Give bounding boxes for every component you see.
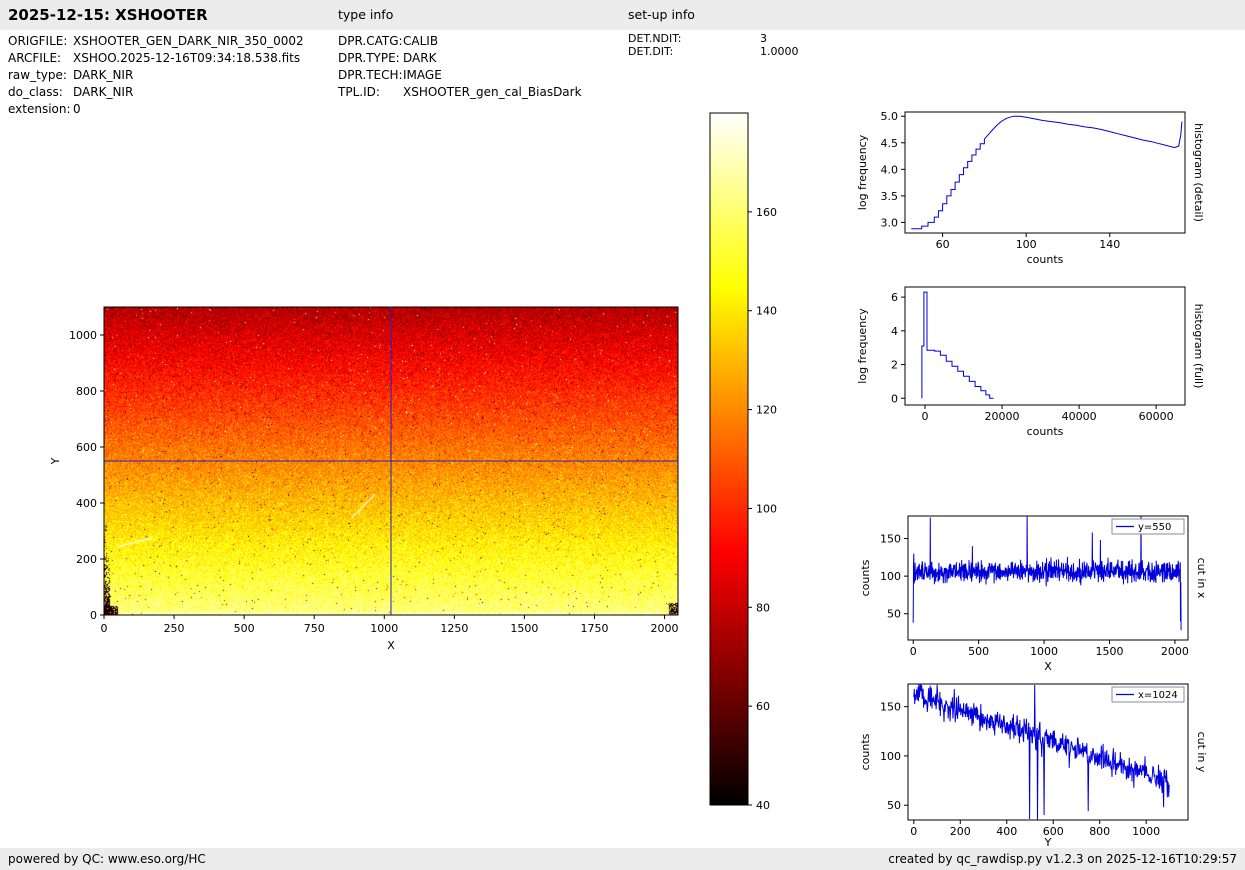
x-tick-label: 0 — [101, 622, 108, 635]
y-axis-label: log frequency — [856, 134, 869, 210]
histogram_full-frame — [905, 287, 1185, 405]
footer-left-text: powered by QC: www.eso.org/HC — [8, 852, 206, 866]
x-tick-label: 400 — [996, 825, 1017, 838]
x-tick-label: 140 — [1099, 238, 1120, 251]
y-tick-label: 4 — [891, 325, 898, 338]
right-label: cut in x — [1195, 558, 1208, 599]
x-tick-label: 200 — [950, 825, 971, 838]
x-tick-label: 750 — [304, 622, 325, 635]
x-tick-label: 2000 — [1161, 645, 1189, 658]
y-tick-label: 1000 — [69, 329, 97, 342]
histogram_detail-frame — [905, 112, 1185, 233]
y-tick-label: 150 — [880, 533, 901, 546]
y-axis-label: counts — [859, 733, 872, 770]
colorbar-tick-label: 60 — [756, 700, 770, 713]
legend-label: x=1024 — [1138, 690, 1178, 701]
y-axis-label: Y — [49, 457, 62, 465]
colorbar-tick-label: 160 — [756, 206, 777, 219]
y-axis-label: log frequency — [856, 308, 869, 384]
x-tick-label: 1750 — [580, 622, 608, 635]
x-tick-label: 1500 — [510, 622, 538, 635]
x-axis-label: counts — [1027, 253, 1064, 266]
footer-right-text: created by qc_rawdisp.py v1.2.3 on 2025-… — [888, 852, 1237, 866]
footer-bar: powered by QC: www.eso.org/HC created by… — [0, 848, 1245, 870]
y-tick-label: 3.5 — [881, 190, 899, 203]
colorbar-frame — [710, 113, 748, 805]
y-tick-label: 50 — [887, 608, 901, 621]
y-tick-label: 600 — [76, 441, 97, 454]
y-tick-label: 0 — [891, 392, 898, 405]
x-tick-label: 60000 — [1139, 410, 1174, 423]
x-tick-label: 60 — [936, 238, 950, 251]
x-axis-label: X — [1044, 660, 1052, 673]
y-tick-label: 100 — [880, 750, 901, 763]
y-tick-label: 400 — [76, 497, 97, 510]
x-tick-label: 1000 — [1132, 825, 1160, 838]
plots-overlay: 0250500750100012501500175020000200400600… — [0, 0, 1245, 870]
x-tick-label: 0 — [910, 645, 917, 658]
x-tick-label: 20000 — [985, 410, 1020, 423]
qc-report-page: 2025-12-15: XSHOOTER type info set-up in… — [0, 0, 1245, 870]
x-tick-label: 40000 — [1062, 410, 1097, 423]
cut_in_y-frame — [908, 684, 1188, 820]
y-tick-label: 4.5 — [881, 137, 899, 150]
x-tick-label: 1500 — [1095, 645, 1123, 658]
x-tick-label: 0 — [910, 825, 917, 838]
right-label: cut in y — [1195, 732, 1208, 773]
y-tick-label: 100 — [880, 570, 901, 583]
x-tick-label: 100 — [1016, 238, 1037, 251]
x-tick-label: 1250 — [440, 622, 468, 635]
right-label: histogram (full) — [1192, 304, 1205, 389]
y-tick-label: 3.0 — [881, 216, 899, 229]
x-axis-label: X — [387, 639, 395, 652]
x-tick-label: 0 — [922, 410, 929, 423]
y-axis-label: counts — [859, 559, 872, 596]
x-tick-label: 500 — [968, 645, 989, 658]
x-tick-label: 1000 — [1030, 645, 1058, 658]
colorbar-tick-label: 40 — [756, 799, 770, 812]
colorbar-tick-label: 120 — [756, 404, 777, 417]
x-axis-label: counts — [1027, 425, 1064, 438]
y-tick-label: 6 — [891, 291, 898, 304]
x-tick-label: 2000 — [651, 622, 679, 635]
y-tick-label: 200 — [76, 553, 97, 566]
x-tick-label: 250 — [164, 622, 185, 635]
colorbar-tick-label: 140 — [756, 305, 777, 318]
x-tick-label: 1000 — [370, 622, 398, 635]
y-tick-label: 800 — [76, 385, 97, 398]
colorbar-tick-label: 100 — [756, 502, 777, 515]
y-tick-label: 50 — [887, 799, 901, 812]
legend-label: y=550 — [1138, 522, 1171, 533]
y-tick-label: 0 — [90, 609, 97, 622]
y-tick-label: 5.0 — [881, 110, 899, 123]
colorbar-tick-label: 80 — [756, 601, 770, 614]
x-tick-label: 800 — [1089, 825, 1110, 838]
y-tick-label: 2 — [891, 359, 898, 372]
y-tick-label: 150 — [880, 701, 901, 714]
right-label: histogram (detail) — [1192, 123, 1205, 222]
y-tick-label: 4.0 — [881, 163, 899, 176]
x-tick-label: 500 — [234, 622, 255, 635]
